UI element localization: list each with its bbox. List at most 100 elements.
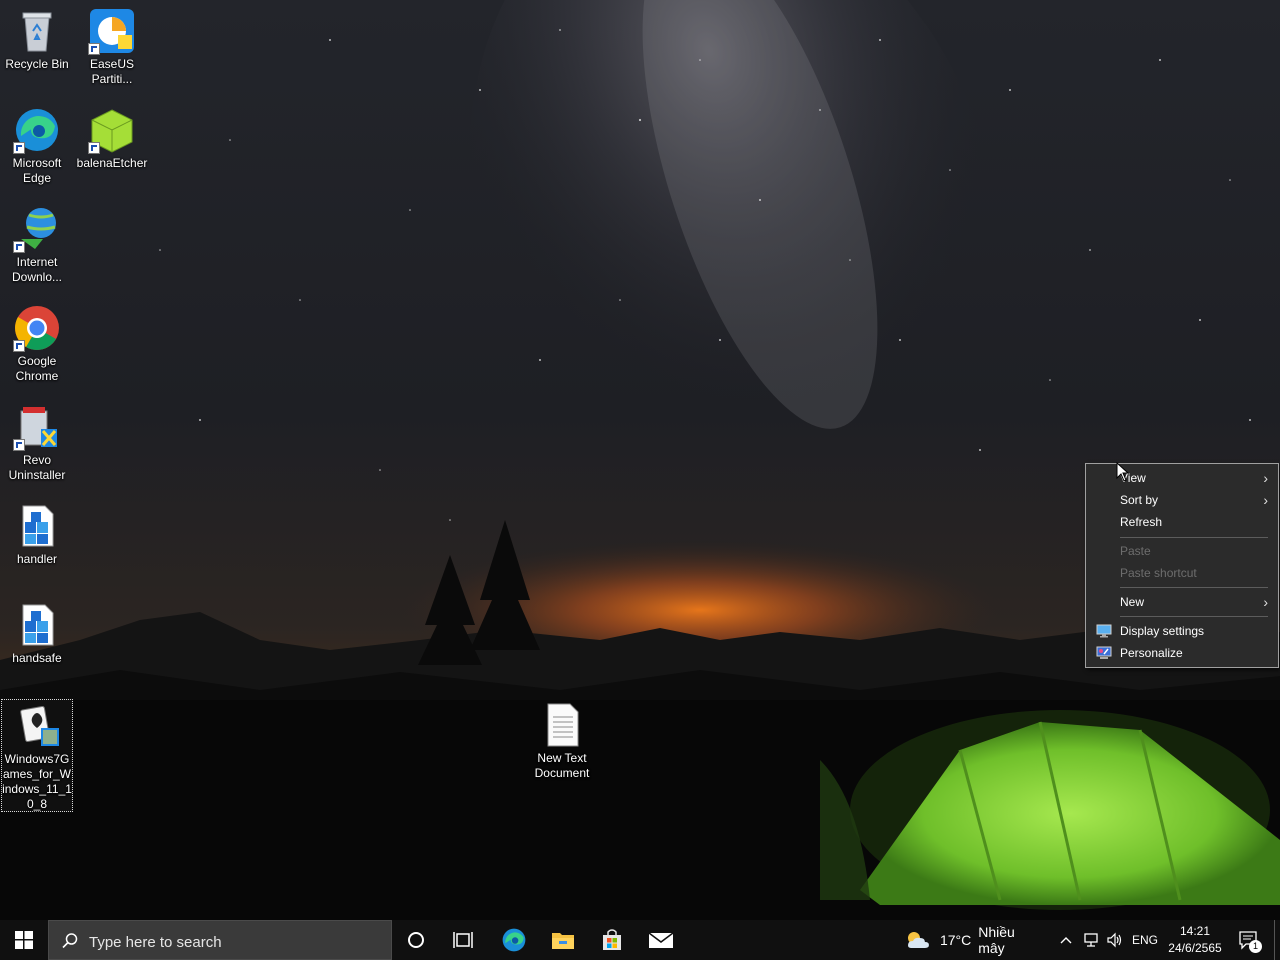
text-document-icon [538, 701, 586, 749]
task-view-button[interactable] [441, 920, 485, 960]
menu-item-label: Sort by [1120, 493, 1159, 507]
desktop-icon-internet-download-manager[interactable]: Internet Downlo... [1, 203, 73, 285]
shortcut-arrow-icon [88, 142, 100, 154]
chevron-right-icon: › [1263, 470, 1268, 486]
menu-item-label: Paste shortcut [1120, 566, 1197, 580]
internet-download-manager-icon [13, 205, 61, 253]
menu-item-sort-by[interactable]: Sort by › [1088, 489, 1276, 511]
taskbar: 17°C Nhiều mây ENG 14:21 24/6/2565 1 [0, 920, 1280, 960]
display-icon [1096, 624, 1112, 638]
chrome-icon [13, 304, 61, 352]
cortana-button[interactable] [394, 920, 438, 960]
easeus-icon [88, 7, 136, 55]
desktop-icon-handsafe[interactable]: handsafe [1, 599, 73, 666]
desktop-icon-label: New Text Document [534, 751, 590, 780]
desktop-icon-label: handsafe [12, 651, 62, 665]
taskbar-microsoft-store-button[interactable] [589, 920, 635, 960]
desktop-icon-label: Microsoft Edge [12, 156, 62, 185]
desktop-icon-easeus[interactable]: EaseUS Partiti... [76, 5, 148, 87]
taskbar-file-explorer-button[interactable] [540, 920, 586, 960]
cortana-icon [408, 932, 424, 948]
shortcut-arrow-icon [88, 43, 100, 55]
microsoft-store-icon [603, 929, 621, 950]
taskbar-clock[interactable]: 14:21 24/6/2565 [1167, 923, 1223, 957]
menu-item-label: Personalize [1120, 646, 1183, 660]
personalize-icon [1096, 646, 1112, 659]
mail-icon [648, 932, 674, 948]
menu-separator [1120, 616, 1268, 617]
desktop-icon-google-chrome[interactable]: Google Chrome [1, 302, 73, 384]
shortcut-arrow-icon [13, 142, 25, 154]
desktop-icon-recycle-bin[interactable]: Recycle Bin [1, 5, 73, 72]
taskbar-edge-button[interactable] [491, 920, 537, 960]
desktop-icon-windows7games[interactable]: Windows7Games_for_Windows_11_10_8 [1, 699, 73, 812]
menu-item-label: Paste [1120, 544, 1151, 558]
shortcut-arrow-icon [13, 241, 25, 253]
volume-button[interactable] [1104, 920, 1126, 960]
desktop-context-menu: View › Sort by › Refresh Paste Paste sho… [1085, 463, 1279, 668]
chevron-up-icon [1060, 937, 1072, 944]
search-icon [62, 933, 78, 949]
desktop-icon-label: Internet Downlo... [11, 255, 63, 284]
menu-item-label: Refresh [1120, 515, 1163, 529]
chevron-right-icon: › [1263, 594, 1268, 610]
desktop-icon-label: handler [16, 552, 58, 566]
menu-item-refresh[interactable]: Refresh [1088, 511, 1276, 533]
desktop-icon-label: EaseUS Partiti... [89, 57, 135, 86]
start-button[interactable] [0, 920, 48, 960]
script-file-icon [13, 502, 61, 550]
input-language-button[interactable]: ENG [1128, 920, 1162, 960]
menu-separator [1120, 587, 1268, 588]
speaker-icon [1107, 932, 1122, 948]
edge-icon [13, 106, 61, 154]
weather-temp: 17°C [939, 932, 972, 948]
desktop-icon-handler[interactable]: handler [1, 500, 73, 567]
desktop-icon-new-text-document[interactable]: New Text Document [526, 699, 598, 781]
desktop-icon-balenaetcher[interactable]: balenaEtcher [76, 104, 148, 171]
windows-logo-icon [15, 931, 33, 949]
menu-item-display-settings[interactable]: Display settings [1088, 620, 1276, 642]
menu-item-personalize[interactable]: Personalize [1088, 642, 1276, 664]
wallpaper-image [0, 0, 1280, 920]
games-installer-icon [13, 702, 61, 750]
shortcut-arrow-icon [13, 439, 25, 451]
partly-cloudy-icon [907, 932, 929, 948]
desktop-icon-revo-uninstaller[interactable]: Revo Uninstaller [1, 401, 73, 483]
edge-icon [502, 928, 526, 952]
weather-condition: Nhiều mây [978, 924, 1015, 956]
weather-widget[interactable]: 17°C Nhiều mây [905, 920, 1045, 960]
action-center-button[interactable]: 1 [1232, 920, 1266, 960]
clock-time: 14:21 [1179, 924, 1211, 938]
notification-count-badge: 1 [1249, 940, 1262, 953]
desktop-wallpaper[interactable] [0, 0, 1280, 920]
taskbar-search-box[interactable] [48, 920, 392, 960]
show-hidden-icons-button[interactable] [1056, 920, 1076, 960]
mouse-cursor-icon [1116, 462, 1130, 482]
show-desktop-button[interactable] [1274, 920, 1280, 960]
desktop-icon-label: Windows7Games_for_Windows_11_10_8 [2, 752, 72, 811]
menu-item-paste: Paste [1088, 540, 1276, 562]
menu-separator [1120, 537, 1268, 538]
network-button[interactable] [1080, 920, 1102, 960]
menu-item-label: Display settings [1120, 624, 1205, 638]
shortcut-arrow-icon [13, 340, 25, 352]
file-explorer-icon [552, 933, 574, 949]
menu-item-label: New [1120, 595, 1145, 609]
task-view-icon [453, 932, 473, 948]
clock-date: 24/6/2565 [1168, 941, 1222, 955]
desktop-icon-label: balenaEtcher [76, 156, 148, 170]
recycle-bin-icon [13, 7, 61, 55]
search-input[interactable] [87, 930, 381, 954]
menu-item-new[interactable]: New › [1088, 591, 1276, 613]
desktop-icon-label: Revo Uninstaller [8, 453, 66, 482]
menu-item-paste-shortcut: Paste shortcut [1088, 562, 1276, 584]
taskbar-mail-button[interactable] [638, 920, 684, 960]
network-icon [1084, 933, 1098, 947]
chevron-right-icon: › [1263, 492, 1268, 508]
desktop-icon-label: Google Chrome [15, 354, 59, 383]
script-file-icon [13, 601, 61, 649]
balenaetcher-icon [88, 106, 136, 154]
revo-uninstaller-icon [13, 403, 61, 451]
desktop-icon-microsoft-edge[interactable]: Microsoft Edge [1, 104, 73, 186]
language-indicator: ENG [1131, 933, 1158, 947]
